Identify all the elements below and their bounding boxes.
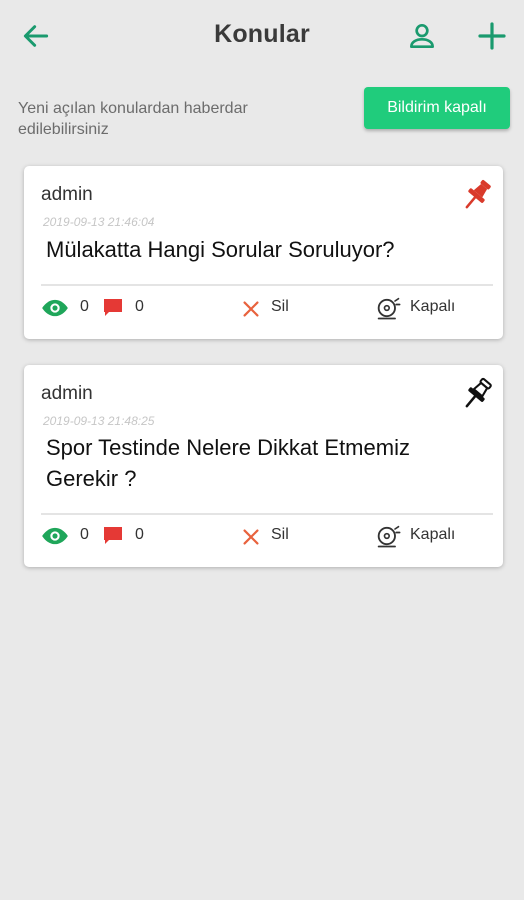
topic-card[interactable]: admin 2019-09-13 21:46:04 Mülakatta Hang…	[24, 166, 503, 339]
notification-row: Yeni açılan konulardan haberdar edilebil…	[0, 84, 524, 144]
comments-icon	[104, 299, 122, 316]
comments-count: 0	[135, 526, 144, 543]
user-icon[interactable]	[406, 20, 438, 52]
card-divider	[41, 513, 493, 515]
views-count: 0	[80, 298, 89, 315]
app-bar: Konular	[0, 0, 524, 72]
page-title: Konular	[214, 20, 310, 48]
card-footer: 0 0 Sil Kapalı	[24, 293, 503, 323]
card-footer: 0 0 Sil Kapalı	[24, 521, 503, 551]
topic-author: admin	[41, 184, 93, 205]
notification-description: Yeni açılan konulardan haberdar edilebil…	[18, 100, 248, 138]
comments-icon	[104, 527, 122, 544]
topic-author: admin	[41, 383, 93, 404]
delete-x-icon[interactable]	[240, 526, 262, 548]
alarm-bell-icon[interactable]	[374, 522, 402, 550]
notification-status-label[interactable]: Kapalı	[410, 526, 455, 544]
notification-toggle-button[interactable]: Bildirim kapalı	[364, 87, 510, 129]
topic-card[interactable]: admin 2019-09-13 21:48:25 Spor Testinde …	[24, 365, 503, 567]
add-topic-icon[interactable]	[476, 20, 508, 52]
views-icon	[42, 299, 68, 317]
comments-count: 0	[135, 298, 144, 315]
pin-icon[interactable]	[458, 375, 496, 413]
topic-title[interactable]: Mülakatta Hangi Sorular Soruluyor?	[46, 234, 476, 265]
card-divider	[41, 284, 493, 286]
delete-label[interactable]: Sil	[271, 298, 289, 316]
topic-date: 2019-09-13 21:48:25	[43, 414, 155, 428]
pin-icon[interactable]	[458, 176, 496, 214]
views-count: 0	[80, 526, 89, 543]
delete-x-icon[interactable]	[240, 298, 262, 320]
topic-title[interactable]: Spor Testinde Nelere Dikkat Etmemiz Gere…	[46, 432, 476, 494]
views-icon	[42, 527, 68, 545]
alarm-bell-icon[interactable]	[374, 294, 402, 322]
topic-date: 2019-09-13 21:46:04	[43, 215, 155, 229]
delete-label[interactable]: Sil	[271, 526, 289, 544]
notification-status-label[interactable]: Kapalı	[410, 298, 455, 316]
